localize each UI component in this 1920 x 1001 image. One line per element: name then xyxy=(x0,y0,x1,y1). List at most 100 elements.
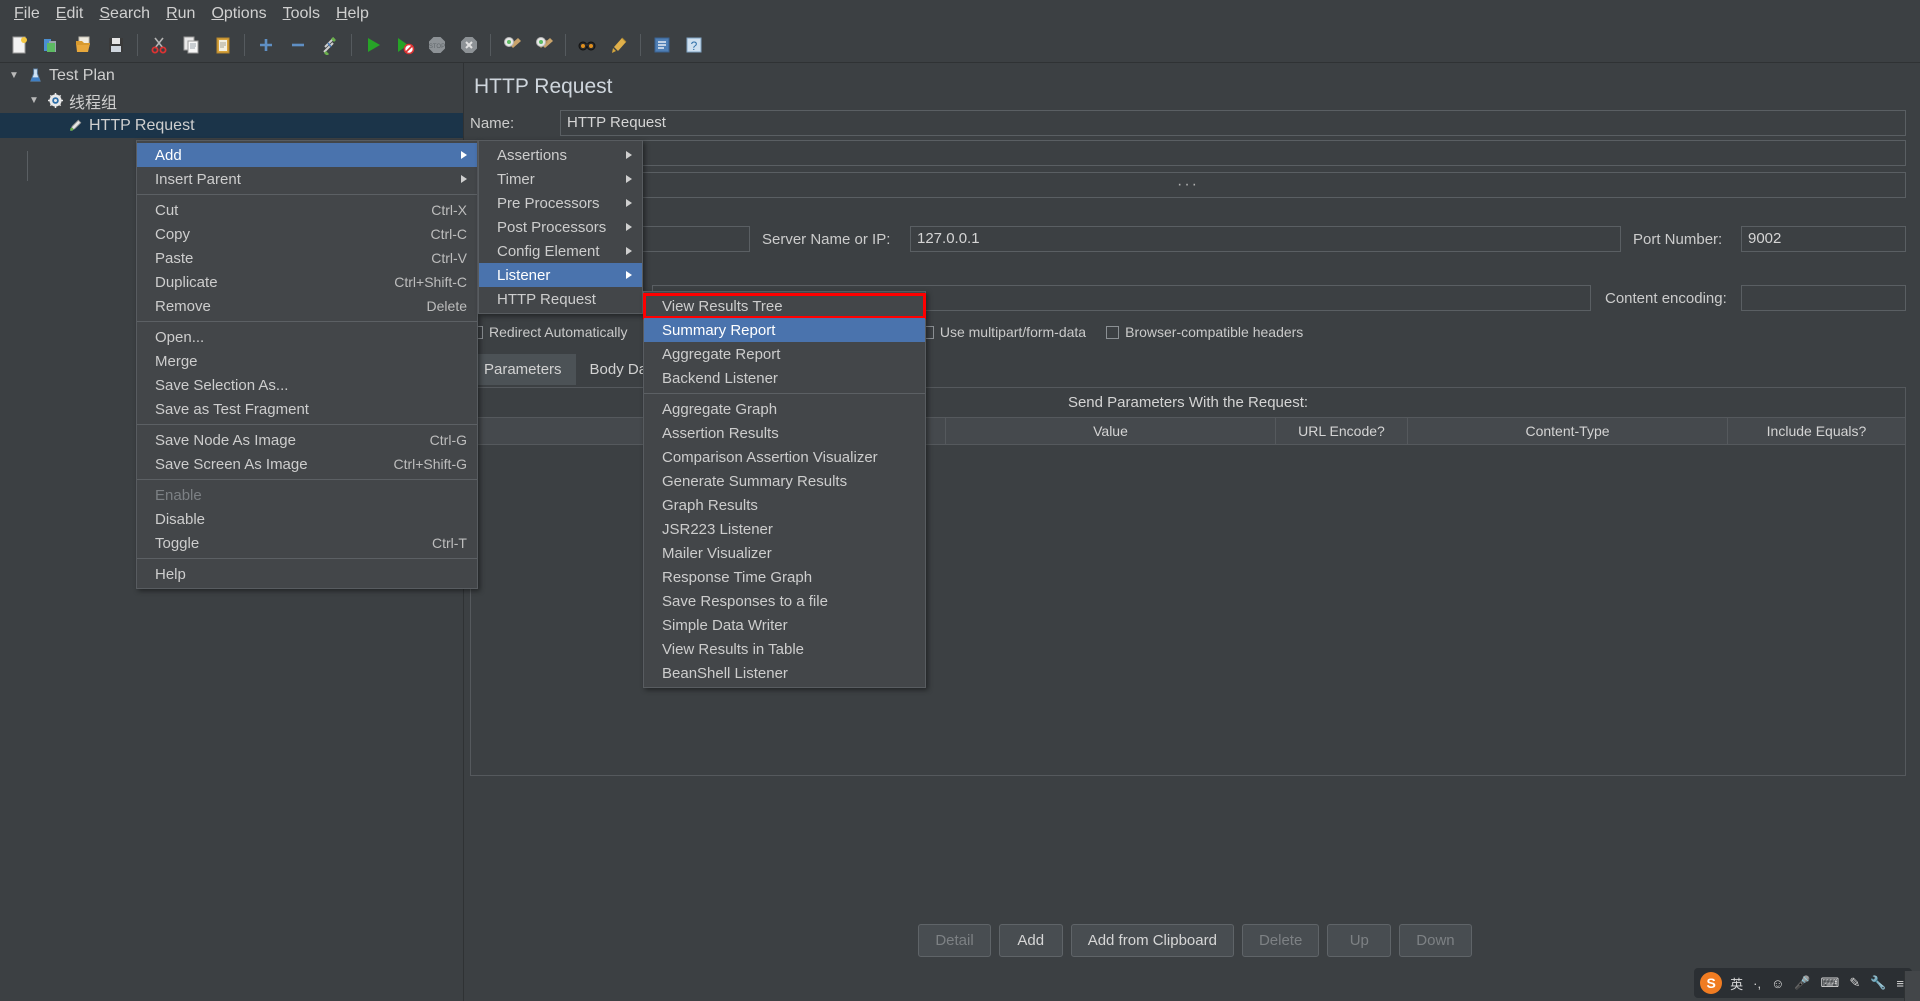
toggle-icon[interactable] xyxy=(314,30,346,60)
context-menu-item-duplicate[interactable]: Duplicate Ctrl+Shift-C xyxy=(137,270,477,294)
tree-node-test-plan[interactable]: ▼ Test Plan xyxy=(0,63,463,88)
listener-item-save-responses-to-a-file[interactable]: Save Responses to a file xyxy=(644,589,925,613)
column-header-url-encode[interactable]: URL Encode? xyxy=(1276,418,1408,444)
checkbox-redirect-automatically[interactable]: Redirect Automatically xyxy=(470,324,628,340)
context-menu-item-enable[interactable]: Enable xyxy=(137,483,477,507)
content-encoding-input[interactable] xyxy=(1741,285,1906,311)
listener-submenu[interactable]: View Results Tree Summary Report Aggrega… xyxy=(643,291,926,688)
comments-input[interactable] xyxy=(560,140,1906,166)
paste-icon[interactable] xyxy=(207,30,239,60)
listener-item-summary-report[interactable]: Summary Report xyxy=(644,318,925,342)
listener-item-jsr223-listener[interactable]: JSR223 Listener xyxy=(644,517,925,541)
context-menu-item-save-as-test-fragment[interactable]: Save as Test Fragment xyxy=(137,397,477,421)
listener-item-generate-summary-results[interactable]: Generate Summary Results xyxy=(644,469,925,493)
up-button[interactable]: Up xyxy=(1327,924,1392,957)
sogou-logo-icon[interactable]: S xyxy=(1700,972,1723,994)
listener-item-response-time-graph[interactable]: Response Time Graph xyxy=(644,565,925,589)
expand-all-icon[interactable] xyxy=(250,30,282,60)
listener-item-simple-data-writer[interactable]: Simple Data Writer xyxy=(644,613,925,637)
column-header-value[interactable]: Value xyxy=(946,418,1276,444)
checkbox-box[interactable] xyxy=(1106,325,1120,339)
context-menu-item-paste[interactable]: Paste Ctrl-V xyxy=(137,246,477,270)
context-menu-item-save-screen-as-image[interactable]: Save Screen As Image Ctrl+Shift-G xyxy=(137,452,477,476)
column-header-include-equals[interactable]: Include Equals? xyxy=(1728,418,1905,444)
listener-item-view-results-in-table[interactable]: View Results in Table xyxy=(644,637,925,661)
collapse-all-icon[interactable] xyxy=(282,30,314,60)
listener-item-graph-results[interactable]: Graph Results xyxy=(644,493,925,517)
add-submenu-item-pre-processors[interactable]: Pre Processors xyxy=(479,191,642,215)
delete-button[interactable]: Delete xyxy=(1241,924,1320,957)
templates-icon[interactable] xyxy=(36,30,68,60)
context-menu-item-save-node-as-image[interactable]: Save Node As Image Ctrl-G xyxy=(137,428,477,452)
menu-tools[interactable]: Tools xyxy=(275,3,328,25)
add-submenu-item-assertions[interactable]: Assertions xyxy=(479,143,642,167)
menu-help[interactable]: Help xyxy=(328,3,377,25)
menu-run[interactable]: Run xyxy=(158,3,203,25)
listener-item-beanshell-listener[interactable]: BeanShell Listener xyxy=(644,661,925,685)
name-input[interactable]: HTTP Request xyxy=(560,110,1906,136)
clear-all-icon[interactable] xyxy=(528,30,560,60)
ime-voice-icon[interactable]: 🎤 xyxy=(1792,975,1812,991)
add-submenu-item-http-request[interactable]: HTTP Request xyxy=(479,287,642,311)
listener-item-comparison-assertion-visualizer[interactable]: Comparison Assertion Visualizer xyxy=(644,445,925,469)
add-from-clipboard-button[interactable]: Add from Clipboard xyxy=(1070,924,1234,957)
add-submenu-item-listener[interactable]: Listener xyxy=(479,263,642,287)
down-button[interactable]: Down xyxy=(1399,924,1472,957)
search-icon[interactable] xyxy=(571,30,603,60)
context-menu-item-cut[interactable]: Cut Ctrl-X xyxy=(137,198,477,222)
listener-item-aggregate-graph[interactable]: Aggregate Graph xyxy=(644,397,925,421)
tree-node-thread-group[interactable]: ▼ 线程组 xyxy=(0,88,463,113)
chevron-down-icon[interactable]: ▼ xyxy=(24,95,44,106)
menu-options[interactable]: Options xyxy=(203,3,274,25)
context-menu-item-add[interactable]: Add xyxy=(137,143,477,167)
context-menu-item-help[interactable]: Help xyxy=(137,562,477,586)
start-no-pause-icon[interactable] xyxy=(389,30,421,60)
context-menu-item-disable[interactable]: Disable xyxy=(137,507,477,531)
ime-toolbar[interactable]: S 英 ·, ☺ 🎤 ⌨ ✎ 🔧 ≡ xyxy=(1694,968,1912,998)
help-icon[interactable]: ? xyxy=(678,30,710,60)
ime-emoji-icon[interactable]: ☺ xyxy=(1769,976,1786,991)
listener-item-mailer-visualizer[interactable]: Mailer Visualizer xyxy=(644,541,925,565)
stop-icon[interactable]: STOP xyxy=(421,30,453,60)
context-menu-item-merge[interactable]: Merge xyxy=(137,349,477,373)
ime-toolbox-icon[interactable]: 🔧 xyxy=(1868,975,1888,991)
add-submenu[interactable]: Assertions Timer Pre Processors Post Pro… xyxy=(478,140,643,314)
add-submenu-item-config-element[interactable]: Config Element xyxy=(479,239,642,263)
context-menu-item-save-selection-as[interactable]: Save Selection As... xyxy=(137,373,477,397)
column-header-content-type[interactable]: Content-Type xyxy=(1408,418,1728,444)
function-helper-icon[interactable] xyxy=(646,30,678,60)
menu-edit[interactable]: Edit xyxy=(48,3,92,25)
context-menu-item-insert-parent[interactable]: Insert Parent xyxy=(137,167,477,191)
listener-item-backend-listener[interactable]: Backend Listener xyxy=(644,366,925,390)
tree-node-http-request[interactable]: HTTP Request xyxy=(0,113,463,138)
checkbox-use-multipart[interactable]: Use multipart/form-data xyxy=(920,324,1086,340)
listener-item-aggregate-report[interactable]: Aggregate Report xyxy=(644,342,925,366)
node-context-menu[interactable]: Add Insert Parent Cut Ctrl-X Copy Ctrl-C… xyxy=(136,140,478,589)
listener-item-assertion-results[interactable]: Assertion Results xyxy=(644,421,925,445)
search-reset-icon[interactable] xyxy=(603,30,635,60)
context-menu-item-toggle[interactable]: Toggle Ctrl-T xyxy=(137,531,477,555)
menu-search[interactable]: Search xyxy=(91,3,158,25)
context-menu-item-remove[interactable]: Remove Delete xyxy=(137,294,477,318)
add-button[interactable]: Add xyxy=(998,924,1063,957)
chevron-down-icon[interactable]: ▼ xyxy=(4,70,24,81)
save-icon[interactable] xyxy=(100,30,132,60)
add-submenu-item-post-processors[interactable]: Post Processors xyxy=(479,215,642,239)
port-input[interactable]: 9002 xyxy=(1741,226,1906,252)
detail-button[interactable]: Detail xyxy=(918,924,991,957)
start-icon[interactable] xyxy=(357,30,389,60)
tab-parameters[interactable]: Parameters xyxy=(470,354,576,385)
ime-punctuation-icon[interactable]: ·, xyxy=(1751,976,1763,991)
listener-item-view-results-tree[interactable]: View Results Tree xyxy=(643,293,926,319)
shutdown-icon[interactable] xyxy=(453,30,485,60)
collapse-handle[interactable]: ··· xyxy=(470,172,1906,198)
checkbox-browser-compatible-headers[interactable]: Browser-compatible headers xyxy=(1106,324,1303,340)
server-input[interactable]: 127.0.0.1 xyxy=(910,226,1621,252)
cut-icon[interactable] xyxy=(143,30,175,60)
clear-icon[interactable] xyxy=(496,30,528,60)
add-submenu-item-timer[interactable]: Timer xyxy=(479,167,642,191)
menu-file[interactable]: File xyxy=(6,3,48,25)
ime-handwriting-icon[interactable]: ✎ xyxy=(1847,975,1862,991)
ime-language-toggle[interactable]: 英 xyxy=(1728,974,1745,993)
open-icon[interactable] xyxy=(68,30,100,60)
